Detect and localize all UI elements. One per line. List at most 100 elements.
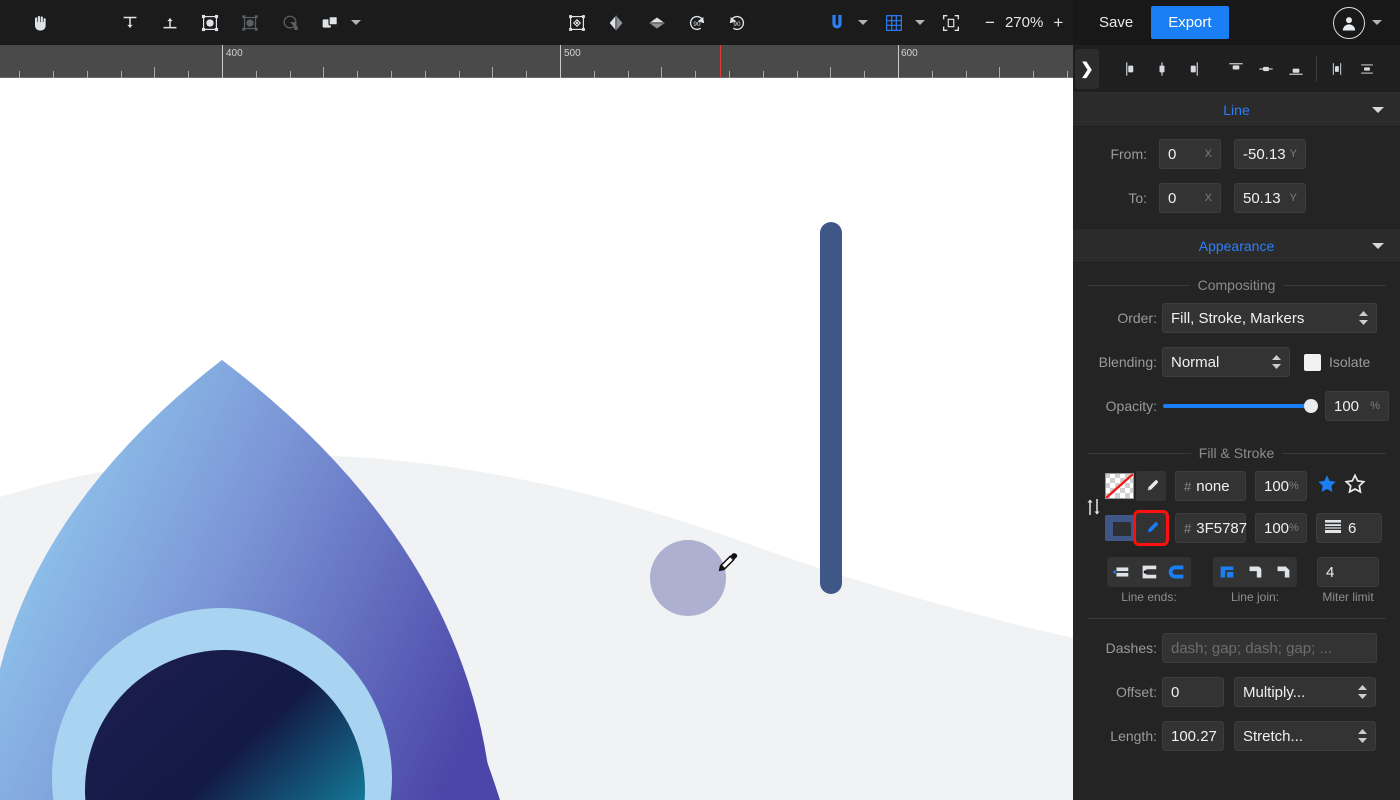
account-dropdown-caret[interactable] — [1372, 20, 1382, 25]
fill-alpha-suffix: % — [1289, 480, 1299, 492]
flip-vertical-icon[interactable] — [637, 3, 677, 43]
caps-joins-row: Line ends: Line join: 4 Miter limit — [1073, 557, 1400, 604]
snap-magnet-icon[interactable] — [817, 3, 857, 43]
length-value: 100.27 — [1171, 727, 1217, 745]
to-row: To: 0 X 50.13 Y — [1073, 181, 1400, 215]
cap-round-icon[interactable] — [1163, 557, 1191, 587]
miter-limit-field[interactable]: 4 — [1317, 557, 1379, 587]
fill-color-field[interactable]: # none — [1175, 471, 1246, 501]
join-miter-icon[interactable] — [1213, 557, 1241, 587]
right-panel: Save Export ❯ Line From: 0 X -50.13 Y To… — [1073, 0, 1400, 800]
cap-butt-icon[interactable] — [1107, 557, 1135, 587]
length-unit-spinner-icon[interactable] — [1358, 729, 1367, 743]
stroke-alpha-field[interactable]: 100 % — [1255, 513, 1307, 543]
avatar[interactable] — [1333, 6, 1365, 39]
rotate-ccw-90-icon[interactable]: 90 — [677, 3, 717, 43]
star-filled-icon[interactable] — [1316, 473, 1338, 500]
stroke-swatch[interactable] — [1105, 515, 1134, 541]
appearance-section-header[interactable]: Appearance — [1073, 229, 1400, 263]
x-suffix: X — [1204, 148, 1212, 160]
length-unit-select[interactable]: Stretch... — [1234, 721, 1376, 751]
rotate-cw-90-icon[interactable]: 90 — [717, 3, 757, 43]
star-outline-icon[interactable] — [1344, 472, 1366, 500]
panel-expand-icon[interactable]: ❯ — [1075, 48, 1099, 89]
align-bottom-edge-icon[interactable] — [1281, 52, 1311, 86]
offset-unit-spinner-icon[interactable] — [1358, 685, 1367, 699]
blending-spinner-icon[interactable] — [1272, 355, 1281, 369]
appearance-section-title: Appearance — [1198, 237, 1275, 254]
dashes-label: Dashes: — [1105, 640, 1157, 656]
snap-dropdown-caret[interactable] — [858, 20, 868, 25]
line-join-label: Line join: — [1230, 590, 1280, 604]
order-select[interactable]: Fill, Stroke, Markers — [1162, 303, 1377, 333]
from-y-value: -50.13 — [1243, 145, 1286, 163]
order-spinner-icon[interactable] — [1359, 311, 1368, 325]
isolate-checkbox[interactable] — [1304, 353, 1321, 371]
center-on-vertical-axis-icon[interactable] — [1322, 52, 1352, 86]
order-label: Order: — [1117, 310, 1157, 326]
isolate-label: Isolate — [1329, 354, 1371, 370]
from-x-field[interactable]: 0 X — [1159, 139, 1221, 169]
fill-alpha-field[interactable]: 100 % — [1255, 471, 1307, 501]
align-vertical-center-icon[interactable] — [1251, 52, 1281, 86]
fill-eyedropper-button[interactable] — [1136, 471, 1166, 501]
align-top-edge-icon[interactable] — [1221, 52, 1251, 86]
object-stack-icon[interactable] — [310, 3, 350, 43]
snap-node-icon[interactable] — [190, 3, 230, 43]
stroke-color-field[interactable]: # 3F5787 — [1175, 513, 1247, 543]
to-x-value: 0 — [1168, 189, 1177, 207]
chevron-down-icon[interactable] — [1372, 106, 1384, 113]
zoom-out-button[interactable]: − — [985, 13, 995, 33]
zoom-control: − 270% + — [985, 13, 1063, 33]
blending-select[interactable]: Normal — [1162, 347, 1290, 377]
opacity-slider[interactable] — [1163, 397, 1318, 415]
save-button[interactable]: Save — [1085, 7, 1147, 38]
offset-field[interactable]: 0 — [1162, 677, 1224, 707]
ruler-label: 600 — [901, 48, 918, 59]
line-section-title: Line — [1223, 101, 1250, 118]
stroke-eyedropper-button[interactable] — [1133, 510, 1169, 546]
join-round-icon[interactable] — [1241, 557, 1269, 587]
join-bevel-icon[interactable] — [1269, 557, 1297, 587]
snap-bbox-edge-icon[interactable] — [110, 3, 150, 43]
to-y-field[interactable]: 50.13 Y — [1234, 183, 1306, 213]
length-label: Length: — [1110, 728, 1157, 744]
to-x-field[interactable]: 0 X — [1159, 183, 1221, 213]
pan-hand-icon[interactable] — [20, 3, 60, 43]
zoom-in-button[interactable]: + — [1053, 13, 1063, 33]
drawing-canvas[interactable] — [0, 78, 1073, 800]
align-right-edge-icon[interactable] — [1177, 52, 1207, 86]
grid-toggle-icon[interactable] — [874, 3, 914, 43]
center-on-horizontal-axis-icon[interactable] — [1352, 52, 1382, 86]
snap-node-path-icon[interactable] — [230, 3, 270, 43]
snap-bbox-center-icon[interactable] — [150, 3, 190, 43]
stroke-width-field[interactable]: 6 — [1316, 513, 1382, 543]
swap-fill-stroke-icon[interactable] — [1083, 471, 1105, 543]
horizontal-ruler[interactable]: 400 500 600 — [0, 45, 1073, 78]
align-horizontal-center-icon[interactable] — [1147, 52, 1177, 86]
appearance-chevron-down-icon[interactable] — [1372, 242, 1384, 249]
flip-horizontal-icon[interactable] — [597, 3, 637, 43]
dashes-divider — [1087, 618, 1386, 619]
offset-unit-select[interactable]: Multiply... — [1234, 677, 1376, 707]
fill-swatch-none[interactable] — [1105, 473, 1134, 499]
grid-dropdown-caret[interactable] — [915, 20, 925, 25]
object-transform-icon[interactable] — [557, 3, 597, 43]
export-button[interactable]: Export — [1151, 6, 1229, 39]
object-stack-dropdown-caret[interactable] — [351, 20, 361, 25]
fit-page-icon[interactable] — [931, 3, 971, 43]
opacity-percent: % — [1370, 400, 1380, 412]
blending-value: Normal — [1171, 353, 1220, 371]
length-field[interactable]: 100.27 — [1162, 721, 1224, 751]
opacity-field[interactable]: 100 % — [1325, 391, 1389, 421]
dashes-input[interactable]: dash; gap; dash; gap; ... — [1162, 633, 1377, 663]
cap-square-icon[interactable] — [1135, 557, 1163, 587]
zoom-level-value[interactable]: 270% — [1005, 14, 1043, 31]
align-left-edge-icon[interactable] — [1117, 52, 1147, 86]
from-y-field[interactable]: -50.13 Y — [1234, 139, 1306, 169]
opacity-value: 100 — [1334, 397, 1360, 415]
canvas-area: 90 90 − 270% + 400 500 600 — [0, 0, 1073, 800]
snap-rotation-center-icon[interactable] — [270, 3, 310, 43]
line-section-header[interactable]: Line — [1073, 93, 1400, 127]
length-row: Length: 100.27 Stretch... — [1073, 719, 1400, 753]
